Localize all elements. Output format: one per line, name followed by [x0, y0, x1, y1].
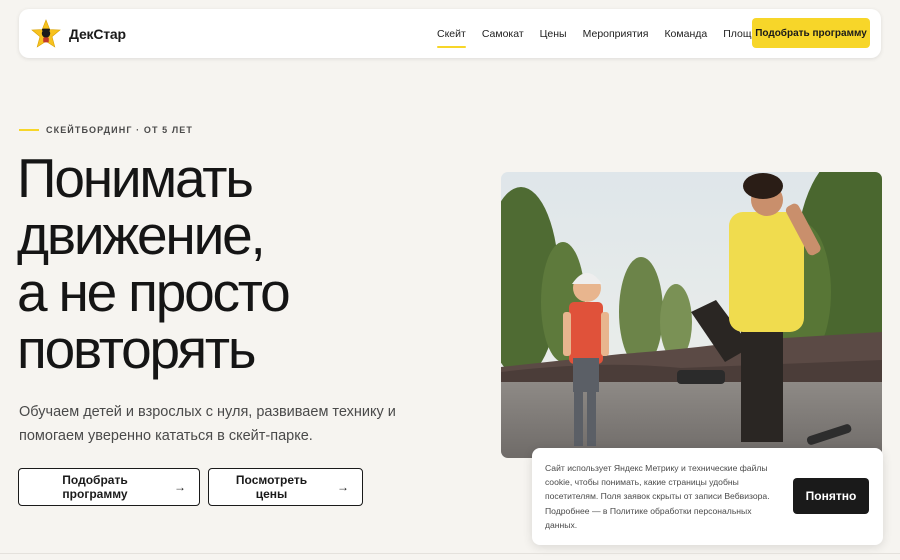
- brand-name: ДекСтар: [69, 25, 126, 42]
- hero-title-line: движение,: [17, 204, 266, 266]
- skatepark-photo-illustration: [501, 172, 882, 458]
- main-nav: Скейт Самокат Цены Мероприятия Команда П…: [437, 9, 790, 58]
- nav-item-team[interactable]: Команда: [664, 28, 707, 40]
- nav-item-skate[interactable]: Скейт: [437, 28, 466, 48]
- view-prices-button[interactable]: Посмотреть цены →: [208, 468, 363, 506]
- hero-title-line: повторять: [17, 318, 257, 380]
- header-cta-button[interactable]: Подобрать программу: [752, 18, 870, 48]
- nav-item-events[interactable]: Мероприятия: [583, 28, 649, 40]
- hero-title: Понимать движение, а не просто повторять: [17, 150, 457, 378]
- hero-subtitle: Обучаем детей и взрослых с нуля, развива…: [19, 404, 396, 444]
- hero-photo: [501, 172, 882, 458]
- eyebrow-text: СКЕЙТБОРДИНГ · ОТ 5 ЛЕТ: [46, 125, 193, 135]
- hero-title-line: а не просто: [17, 261, 291, 323]
- arrow-right-icon: →: [337, 480, 349, 494]
- view-prices-label: Посмотреть цены: [235, 473, 308, 501]
- star-logo-icon: [31, 18, 61, 49]
- section-divider: [0, 553, 900, 554]
- pick-program-button[interactable]: Подобрать программу →: [18, 468, 200, 506]
- arrow-right-icon: →: [174, 480, 186, 494]
- nav-item-scooter[interactable]: Самокат: [482, 28, 524, 40]
- nav-item-prices[interactable]: Цены: [540, 28, 567, 40]
- hero-title-line: Понимать: [17, 147, 254, 209]
- cookie-accept-button[interactable]: Понятно: [793, 478, 869, 514]
- cookie-banner: Сайт использует Яндекс Метрику и техниче…: [532, 448, 883, 545]
- cookie-text: Сайт использует Яндекс Метрику и техниче…: [545, 463, 770, 530]
- pick-program-label: Подобрать программу: [62, 473, 128, 501]
- site-header: ДекСтар Скейт Самокат Цены Мероприятия К…: [19, 9, 881, 58]
- hero-eyebrow: СКЕЙТБОРДИНГ · ОТ 5 ЛЕТ: [19, 125, 193, 135]
- eyebrow-accent-line: [19, 129, 39, 131]
- brand-logo[interactable]: ДекСтар: [31, 18, 126, 49]
